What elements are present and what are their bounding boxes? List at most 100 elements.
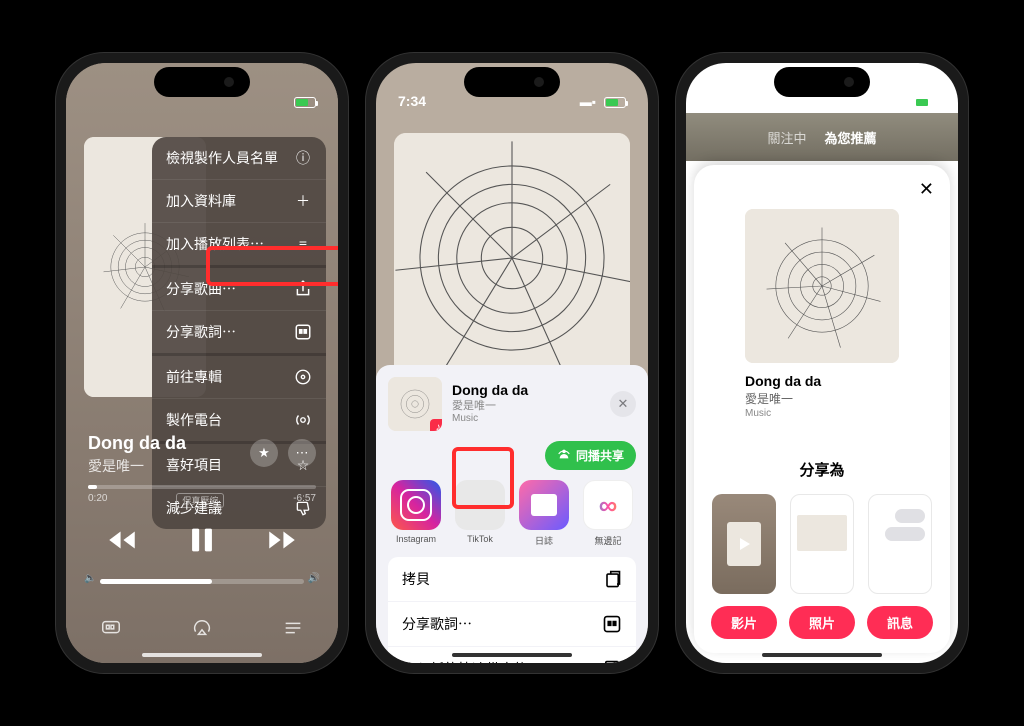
menu-label: 加入播放列表⋯ — [166, 234, 264, 254]
phone-1-now-playing: 7:34 ▬▪ 檢視製作人員名單 ⓘ 加入資料庫 ＋ 加入播放列表⋯ — [56, 53, 348, 673]
lossless-badge: 保真壓縮 — [176, 493, 224, 508]
progress-area[interactable]: 0:20 保真壓縮 -6:57 — [88, 485, 316, 508]
status-time: 7:34 — [708, 93, 736, 109]
note-icon — [602, 659, 622, 663]
template-video[interactable] — [712, 494, 776, 594]
instagram-icon — [391, 480, 441, 530]
app-freeform[interactable]: 無邊記 — [582, 480, 634, 547]
share-templates — [694, 494, 950, 594]
home-indicator[interactable] — [142, 653, 262, 657]
phone-3-tiktok-share: 7:34 ▬▪ 關注中 為您推薦 ✕ Dong da da 愛是唯一 Music… — [676, 53, 968, 673]
action-label: 拷貝 — [402, 569, 430, 589]
action-label: 加入新的快速備忘錄 — [402, 659, 528, 663]
radio-icon — [294, 411, 312, 429]
album-icon — [294, 368, 312, 386]
card-title: Dong da da — [745, 373, 899, 389]
share-info: Dong da da 愛是唯一 Music — [452, 382, 600, 426]
home-indicator[interactable] — [452, 653, 572, 657]
share-apps-row: Instagram TikTok 日誌 無邊記 — [388, 470, 636, 551]
copy-icon — [602, 569, 622, 589]
next-button[interactable] — [265, 523, 299, 562]
share-source: Music — [452, 413, 600, 426]
button-video[interactable]: 影片 — [711, 606, 777, 639]
app-label: 無邊記 — [594, 534, 621, 547]
close-button[interactable]: ✕ — [610, 391, 636, 417]
more-button[interactable]: ⋯ — [288, 439, 316, 467]
menu-share-song[interactable]: 分享歌曲⋯ — [152, 268, 326, 311]
tiktok-icon — [455, 480, 505, 530]
battery-icon — [294, 97, 316, 108]
now-playing-title: Dong da da 愛是唯一 — [88, 433, 186, 476]
menu-label: 製作電台 — [166, 410, 222, 430]
airplay-button[interactable] — [191, 617, 213, 639]
quote-icon — [294, 323, 312, 341]
share-artist: 愛是唯一 — [452, 400, 600, 414]
share-actions: 拷貝 分享歌詞⋯ 加入新的快速備忘錄 在 Amazon 上尋找產品 — [388, 557, 636, 663]
app-label: Instagram — [396, 534, 436, 544]
shareplay-icon — [557, 447, 571, 464]
menu-add-library[interactable]: 加入資料庫 ＋ — [152, 180, 326, 223]
progress-bar[interactable] — [88, 485, 316, 489]
plus-icon: ＋ — [294, 192, 312, 210]
card-artist: 愛是唯一 — [745, 390, 899, 407]
song-artist: 愛是唯一 — [88, 456, 186, 476]
signal-icon: ▬▪ — [580, 95, 596, 109]
shareplay-label: 同播共享 — [576, 447, 624, 464]
playback-controls — [66, 523, 338, 562]
action-label: 分享歌詞⋯ — [402, 614, 472, 634]
app-instagram[interactable]: Instagram — [390, 480, 442, 547]
tab-following[interactable]: 關注中 — [767, 128, 806, 147]
battery-icon — [914, 97, 936, 108]
menu-view-credits[interactable]: 檢視製作人員名單 ⓘ — [152, 137, 326, 180]
template-message[interactable] — [868, 494, 932, 594]
template-photo[interactable] — [790, 494, 854, 594]
menu-label: 加入資料庫 — [166, 191, 236, 211]
menu-share-lyrics[interactable]: 分享歌詞⋯ — [152, 311, 326, 356]
lyrics-button[interactable] — [100, 617, 122, 639]
card-source: Music — [745, 408, 899, 419]
volume-high-icon: 🔊 — [308, 573, 320, 584]
button-photo[interactable]: 照片 — [789, 606, 855, 639]
pause-button[interactable] — [185, 523, 219, 562]
button-message[interactable]: 訊息 — [867, 606, 933, 639]
volume-low-icon: 🔈 — [84, 573, 96, 584]
time-remaining: -6:57 — [293, 493, 316, 508]
home-indicator[interactable] — [762, 653, 882, 657]
journal-icon — [519, 480, 569, 530]
favorite-button[interactable]: ★ — [250, 439, 278, 467]
close-button[interactable]: ✕ — [919, 179, 934, 200]
app-label: 日誌 — [535, 534, 553, 547]
dynamic-island — [154, 67, 250, 97]
share-modal: ✕ Dong da da 愛是唯一 Music 分享為 影片 照片 — [694, 165, 950, 653]
volume-slider[interactable] — [100, 579, 304, 584]
menu-label: 分享歌詞⋯ — [166, 322, 236, 342]
list-icon: ≡ — [294, 235, 312, 253]
card-artwork — [745, 209, 899, 363]
action-copy[interactable]: 拷貝 — [388, 557, 636, 601]
song-title: Dong da da — [88, 433, 186, 454]
tab-for-you[interactable]: 為您推薦 — [825, 128, 877, 147]
battery-icon — [604, 97, 626, 108]
app-journal[interactable]: 日誌 — [518, 480, 570, 547]
song-card: Dong da da 愛是唯一 Music — [745, 209, 899, 419]
app-tiktok[interactable]: TikTok — [454, 480, 506, 547]
bottom-toolbar — [66, 617, 338, 639]
menu-label: 前往專輯 — [166, 367, 222, 387]
queue-button[interactable] — [282, 617, 304, 639]
action-share-lyrics[interactable]: 分享歌詞⋯ — [388, 602, 636, 646]
menu-label: 分享歌曲⋯ — [166, 279, 236, 299]
menu-label: 檢視製作人員名單 — [166, 148, 278, 168]
album-artwork — [394, 133, 630, 383]
menu-goto-album[interactable]: 前往專輯 — [152, 356, 326, 399]
app-label: TikTok — [467, 534, 493, 544]
share-thumbnail: ♪ — [388, 377, 442, 431]
share-format-buttons: 影片 照片 訊息 — [694, 606, 950, 639]
shareplay-button[interactable]: 同播共享 — [545, 441, 636, 470]
dynamic-island — [464, 67, 560, 97]
share-as-heading: 分享為 — [694, 459, 950, 480]
time-elapsed: 0:20 — [88, 493, 107, 508]
status-time: 7:34 — [398, 93, 426, 109]
quote-icon — [602, 614, 622, 634]
previous-button[interactable] — [105, 523, 139, 562]
menu-add-playlist[interactable]: 加入播放列表⋯ ≡ — [152, 223, 326, 268]
